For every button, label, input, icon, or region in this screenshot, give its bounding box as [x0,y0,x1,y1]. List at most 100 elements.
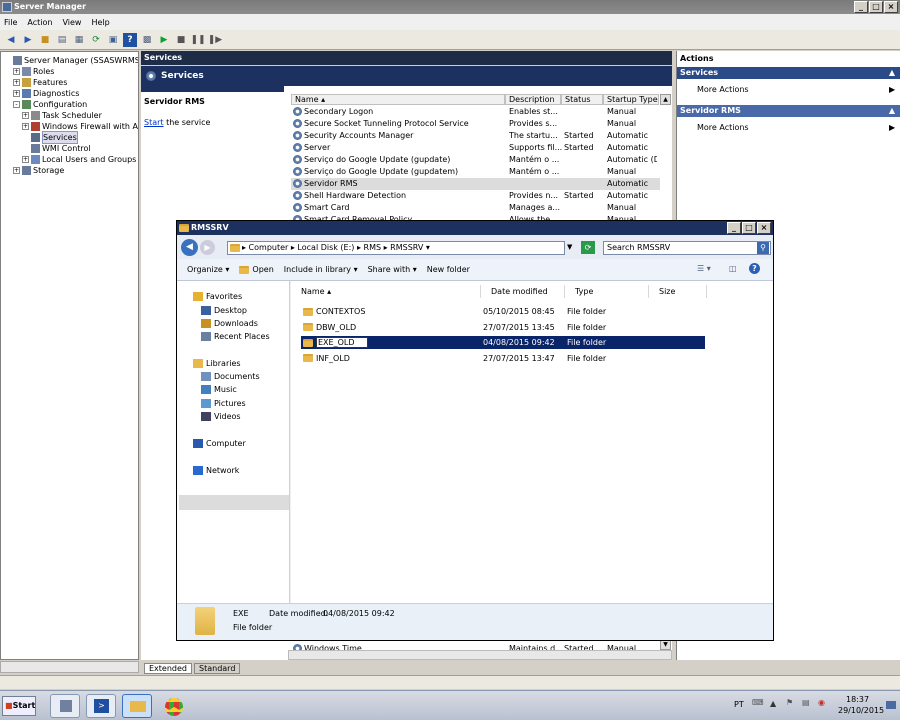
table-row[interactable]: Servidor RMS Automatic [291,178,660,190]
preview-pane-icon[interactable]: ◫ [729,264,737,273]
explorer-close-button[interactable]: × [757,222,771,234]
tab-extended[interactable]: Extended [144,662,192,674]
file-row[interactable]: CONTEXTOS 05/10/2015 08:45 File folder [301,305,705,318]
language-indicator[interactable]: PT [734,700,744,709]
menu-file[interactable]: File [4,18,17,27]
close-button[interactable]: × [884,1,898,13]
clock-date[interactable]: 29/10/2015 [838,706,884,715]
taskbar-explorer[interactable] [122,694,152,718]
forward-icon[interactable]: ▶ [21,33,35,47]
tree-item[interactable]: + Task Scheduler [22,110,102,121]
nav-item[interactable]: Favorites [193,292,242,301]
actions-section-services[interactable]: Services ▲ [677,67,900,79]
more-actions-services[interactable]: More Actions [697,85,749,94]
network-icon[interactable]: ▤ [802,698,810,707]
nav-item[interactable]: Pictures [201,399,246,408]
refresh-icon[interactable]: ⟳ [89,33,103,47]
properties-icon[interactable]: ▣ [106,33,120,47]
maximize-button[interactable]: □ [869,1,883,13]
column-header-status[interactable]: Status [561,94,603,105]
restart-service-icon[interactable]: ❚▶ [208,33,222,47]
menu-view[interactable]: View [62,18,81,27]
tree-item[interactable]: +Windows Firewall with Adva [22,121,138,132]
help-icon[interactable]: ? [123,32,137,47]
menu-help[interactable]: Help [91,18,109,27]
more-actions-servidor-rms[interactable]: More Actions [697,123,749,132]
stop-service-icon[interactable]: ■ [174,33,188,47]
up-folder-icon[interactable]: ■ [38,33,52,47]
help-icon[interactable]: ? [749,263,760,274]
organize-menu[interactable]: Organize ▾ [187,265,229,274]
nav-item[interactable]: Network [193,466,239,475]
share-with-menu[interactable]: Share with ▾ [368,265,417,274]
nav-item[interactable]: Music [201,385,237,394]
open-button[interactable]: Open [239,265,274,274]
tab-standard[interactable]: Standard [194,662,241,674]
nav-item[interactable]: Libraries [193,359,241,368]
show-desktop-button[interactable] [886,701,896,709]
tree-item[interactable]: - Configuration [13,99,87,110]
nav-item[interactable]: Documents [201,372,260,381]
new-folder-button[interactable]: New folder [427,265,470,274]
forward-icon[interactable]: ▶ [200,240,215,255]
list-scrollbar-up[interactable]: ▲ [660,94,671,105]
address-dropdown-icon[interactable]: ▼ [567,243,572,251]
expand-toggle-icon[interactable]: + [22,156,29,163]
table-row[interactable]: Security Accounts Manager The startu... St… [291,130,660,142]
keyboard-icon[interactable]: ⌨ [752,698,764,707]
show-hide-tree-icon[interactable]: ▤ [55,33,69,47]
address-bar[interactable]: ▸ Computer ▸ Local Disk (E:) ▸ RMS ▸ RMS… [227,241,565,255]
explorer-minimize-button[interactable]: _ [727,222,741,234]
list-scrollbar-down[interactable]: ▼ [660,640,671,650]
file-column-type[interactable]: Type [565,285,649,298]
expand-toggle-icon[interactable]: + [13,90,20,97]
file-row[interactable]: DBW_OLD 27/07/2015 13:45 File folder [301,321,705,334]
refresh-icon[interactable]: ⟳ [581,241,595,254]
tree-item[interactable]: + Features [13,77,67,88]
column-header-name[interactable]: Name ▴ [291,94,505,105]
tray-expand-icon[interactable]: ▲ [770,699,776,708]
view-options-icon[interactable]: ☰ ▾ [697,264,711,273]
expand-toggle-icon[interactable]: + [22,123,29,130]
expand-toggle-icon[interactable]: + [13,68,20,75]
start-service-link[interactable]: Start [144,118,164,127]
nav-item[interactable]: Recent Places [201,332,270,341]
include-in-library-menu[interactable]: Include in library ▾ [284,265,358,274]
column-header-description[interactable]: Description [505,94,561,105]
clock-time[interactable]: 18:37 [846,695,869,704]
table-row[interactable]: Serviço do Google Update (gupdatem) Manté… [291,166,660,178]
table-row[interactable]: Smart Card Manages a... Manual [291,202,660,214]
nav-item[interactable]: Videos [201,412,241,421]
taskbar-chrome[interactable] [158,694,188,718]
tree-item[interactable]: WMI Control [22,143,91,154]
export-list-icon[interactable]: ▦ [72,33,86,47]
tree-item[interactable]: Services [22,131,78,144]
tree-scrollbar[interactable] [0,661,139,673]
start-button[interactable]: ■Start [2,696,36,716]
file-row[interactable]: EXE_OLD 04/08/2015 09:42 File folder [301,336,705,349]
tree-item[interactable]: + Local Users and Groups [22,154,136,165]
back-icon[interactable]: ◀ [181,239,198,256]
table-row[interactable]: Secondary Logon Enables st... Manual [291,106,660,118]
table-row[interactable]: Server Supports fil... Started Automatic [291,142,660,154]
nav-item[interactable]: Desktop [201,306,247,315]
tree-item[interactable]: + Storage [13,165,64,176]
action-center-icon[interactable]: ⚑ [786,698,793,707]
explorer-maximize-button[interactable]: □ [742,222,756,234]
tree-item[interactable]: + Roles [13,66,54,77]
file-column-name[interactable]: Name ▴ [291,285,481,298]
back-icon[interactable]: ◀ [4,33,18,47]
pause-service-icon[interactable]: ❚❚ [190,33,205,47]
taskbar-powershell[interactable]: > [86,694,116,718]
volume-icon[interactable]: ◉ [818,698,825,707]
tree-item[interactable]: Server Manager (SSASWRMSQ01) [4,55,138,66]
taskbar-server-manager[interactable] [50,694,80,718]
nav-item[interactable]: Computer [193,439,246,448]
expand-toggle-icon[interactable]: - [13,101,20,108]
horizontal-scrollbar[interactable] [288,650,672,660]
console-icon[interactable]: ▩ [140,33,154,47]
minimize-button[interactable]: _ [854,1,868,13]
file-row[interactable]: INF_OLD 27/07/2015 13:47 File folder [301,352,705,365]
table-row[interactable]: Serviço do Google Update (gupdate) Mantém… [291,154,660,166]
expand-toggle-icon[interactable]: + [22,112,29,119]
